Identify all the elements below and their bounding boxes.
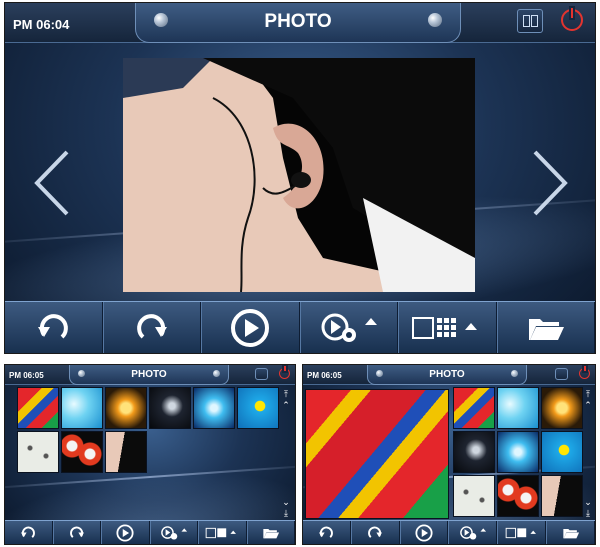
split-view-button[interactable] [555, 368, 568, 380]
view-mode-button[interactable] [398, 302, 497, 353]
thumbnail-ear[interactable] [541, 475, 583, 517]
thumbnail-dark-flower[interactable] [453, 431, 495, 473]
folder-icon [528, 318, 564, 340]
thumbnail-sketch[interactable] [17, 431, 59, 473]
view-mode-button[interactable] [198, 521, 247, 544]
page-title: PHOTO [131, 369, 167, 380]
power-button[interactable] [279, 368, 290, 379]
scroll-up-icon[interactable]: ⌃ [584, 400, 592, 411]
decor-orb-right [511, 370, 518, 377]
scroll-down-icon[interactable]: ⌄ [282, 497, 290, 508]
split-view-button[interactable] [517, 9, 543, 33]
clock: PM 06:04 [13, 17, 70, 32]
slideshow-settings-icon [321, 313, 377, 342]
thumbnail-star[interactable] [105, 387, 147, 429]
power-button[interactable] [579, 368, 590, 379]
folder-icon [263, 528, 279, 538]
play-icon [415, 523, 433, 542]
rotate-right-button[interactable] [350, 521, 400, 544]
rotate-left-button[interactable] [303, 521, 351, 544]
thumbnail-graffiti[interactable] [453, 387, 495, 429]
scroll-down-icon[interactable]: ⌄ [584, 497, 592, 508]
rotate-right-button[interactable] [102, 302, 201, 353]
rotate-right-icon [69, 526, 84, 538]
thumbnail-red-circles[interactable] [497, 475, 539, 517]
grid-view-icon [505, 527, 536, 538]
open-folder-button[interactable] [546, 521, 595, 544]
bottom-toolbar [5, 520, 295, 544]
rotate-right-icon [136, 313, 167, 338]
play-button[interactable] [201, 302, 300, 353]
open-folder-button[interactable] [496, 302, 595, 353]
bottom-toolbar [5, 301, 595, 353]
folder-icon [562, 528, 579, 538]
photo-image [123, 58, 475, 292]
thumbnail-smiley[interactable] [541, 431, 583, 473]
decor-orb-right [428, 13, 442, 27]
thumbnail-smiley[interactable] [237, 387, 279, 429]
rotate-right-button[interactable] [52, 521, 101, 544]
thumbnail-ice[interactable] [61, 387, 103, 429]
thumbnail-grid [17, 387, 279, 473]
clock: PM 06:05 [307, 371, 342, 380]
play-button[interactable] [101, 521, 150, 544]
thumbnail-dark-flower[interactable] [149, 387, 191, 429]
thumbnail-grid [453, 387, 583, 517]
play-icon [231, 308, 270, 347]
decor-orb-left [78, 370, 85, 377]
rotate-left-icon [21, 526, 36, 538]
rotate-right-icon [368, 526, 383, 538]
thumbnail-blue-flower[interactable] [193, 387, 235, 429]
slideshow-settings-button[interactable] [299, 302, 398, 353]
page-title-plate: PHOTO [69, 365, 229, 385]
page-title-plate: PHOTO [367, 365, 527, 385]
slideshow-settings-icon [460, 525, 486, 540]
rotate-left-icon [319, 526, 334, 538]
page-title-plate: PHOTO [135, 3, 461, 43]
play-button[interactable] [399, 521, 449, 544]
photo-viewer-screen: PM 06:04 PHOTO [4, 2, 596, 354]
rotate-left-icon [38, 313, 69, 338]
current-photo[interactable] [123, 58, 475, 292]
thumbnail-screen-left: PM 06:05 PHOTO ⤒ ⌃ ⌄ ⤓ [4, 364, 296, 545]
scroll-top-icon[interactable]: ⤒ [586, 389, 590, 400]
thumbnail-ice[interactable] [497, 387, 539, 429]
previous-arrow-icon[interactable] [33, 148, 71, 218]
slideshow-settings-icon [160, 525, 187, 540]
power-button[interactable] [561, 9, 583, 31]
view-mode-button[interactable] [497, 521, 547, 544]
thumbnail-star[interactable] [541, 387, 583, 429]
thumbnail-ear[interactable] [105, 431, 147, 473]
clock: PM 06:05 [9, 371, 44, 380]
scroll-bottom-icon[interactable]: ⤓ [284, 508, 288, 519]
next-arrow-icon[interactable] [531, 148, 569, 218]
thumbnail-red-circles[interactable] [61, 431, 103, 473]
play-icon [116, 523, 134, 542]
scroll-up-icon[interactable]: ⌃ [282, 400, 290, 411]
rotate-left-button[interactable] [5, 302, 103, 353]
decor-orb-left [154, 13, 168, 27]
thumbnail-graffiti[interactable] [17, 387, 59, 429]
bottom-toolbar [303, 520, 595, 544]
slideshow-settings-button[interactable] [149, 521, 198, 544]
selected-photo-preview[interactable] [305, 389, 449, 519]
thumbnail-screen-right: PM 06:05 PHOTO ⤒ ⌃ ⌄ ⤓ [302, 364, 596, 545]
split-view-icon [523, 15, 530, 27]
scroll-controls: ⤒ ⌃ ⌄ ⤓ [279, 389, 293, 519]
rotate-left-button[interactable] [5, 521, 53, 544]
decor-orb-left [376, 370, 383, 377]
open-folder-button[interactable] [246, 521, 295, 544]
page-title: PHOTO [264, 11, 332, 32]
thumbnail-blue-flower[interactable] [497, 431, 539, 473]
grid-view-icon [412, 316, 478, 339]
thumbnail-sketch[interactable] [453, 475, 495, 517]
scroll-bottom-icon[interactable]: ⤓ [586, 508, 590, 519]
scroll-top-icon[interactable]: ⤒ [284, 389, 288, 400]
decor-orb-right [213, 370, 220, 377]
scroll-controls: ⤒ ⌃ ⌄ ⤓ [581, 389, 595, 519]
grid-view-icon [205, 527, 237, 538]
slideshow-settings-button[interactable] [448, 521, 498, 544]
split-view-button[interactable] [255, 368, 268, 380]
page-title: PHOTO [429, 369, 465, 380]
